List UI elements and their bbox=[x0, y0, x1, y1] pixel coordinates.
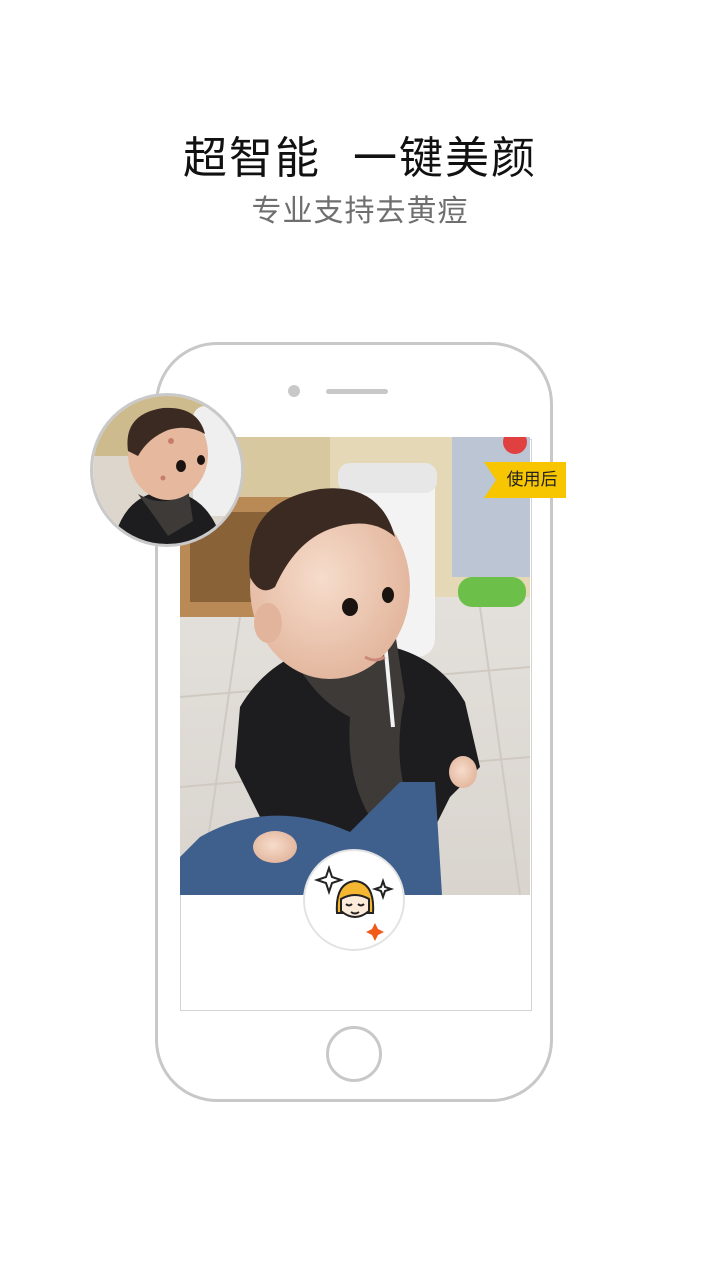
promo-screen: 超智能 一键美颜 专业支持去黄痘 使用后 bbox=[0, 0, 720, 1280]
after-tag: 使用后 bbox=[484, 462, 566, 498]
before-thumbnail bbox=[90, 393, 244, 547]
after-tag-label: 使用后 bbox=[506, 470, 558, 490]
phone-camera bbox=[288, 385, 300, 397]
smiling-face-sparkles-icon bbox=[313, 864, 395, 941]
phone-speaker bbox=[326, 389, 388, 394]
headline: 超智能 一键美颜 bbox=[183, 133, 537, 184]
subline: 专业支持去黄痘 bbox=[251, 194, 469, 229]
beauty-button[interactable] bbox=[303, 849, 405, 951]
home-button bbox=[326, 1026, 382, 1082]
